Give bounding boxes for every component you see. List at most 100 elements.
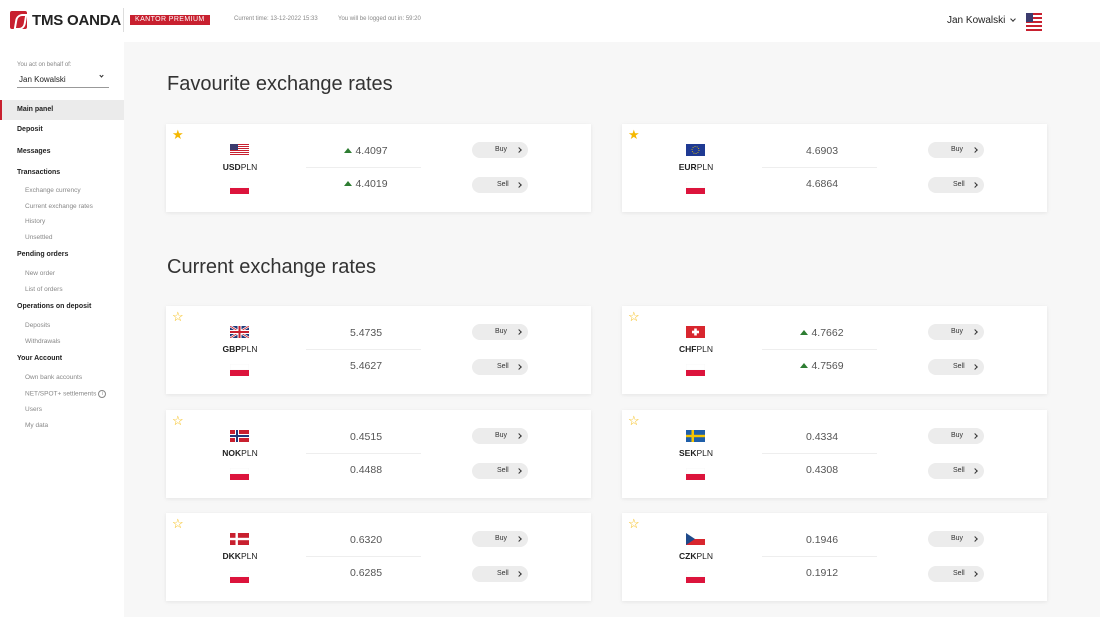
sidebar-item-withdrawals[interactable]: Withdrawals — [0, 338, 124, 345]
buy-button[interactable]: Buy — [928, 324, 984, 340]
buy-rate-value: 5.4735 — [349, 327, 383, 339]
buy-rate-value: 4.6903 — [805, 145, 839, 157]
buy-button[interactable]: Buy — [928, 531, 984, 547]
quote-flag — [685, 181, 706, 199]
pl-flag-icon — [229, 570, 250, 583]
sell-button[interactable]: Sell — [472, 566, 528, 582]
sidebar-item-list-of-orders[interactable]: List of orders — [0, 286, 124, 293]
sidebar-item-transactions[interactable]: Transactions — [0, 169, 124, 176]
base-currency: GBP — [222, 344, 241, 354]
sidebar-item-label: Users — [25, 406, 42, 413]
sell-rate-value: 0.1912 — [805, 567, 839, 579]
quote-currency: PLN — [696, 344, 714, 354]
user-name: Jan Kowalski — [947, 15, 1006, 26]
sidebar-item-net-spot-settlements[interactable]: NET/SPOT+ settlements i — [0, 390, 124, 398]
sidebar-item-current-exchange-rates[interactable]: Current exchange rates — [0, 203, 124, 210]
buy-button[interactable]: Buy — [472, 142, 528, 158]
base-currency: CZK — [678, 551, 697, 561]
sidebar-item-label: Deposit — [17, 126, 43, 133]
sidebar-item-pending-orders[interactable]: Pending orders — [0, 251, 124, 258]
sidebar-item-messages[interactable]: Messages — [0, 148, 124, 155]
base-currency: NOK — [222, 448, 242, 458]
star-outline-icon[interactable]: ☆ — [172, 414, 184, 427]
buy-button[interactable]: Buy — [472, 428, 528, 444]
base-currency: DKK — [222, 551, 241, 561]
star-outline-icon[interactable]: ☆ — [172, 517, 184, 530]
sidebar-item-label: Messages — [17, 148, 51, 155]
rate-card-gbppln: ☆ GBPPLN 5.4735 5.4627 Buy Sell — [166, 306, 591, 394]
pl-flag-icon — [685, 570, 706, 583]
sidebar-item-label: Main panel — [17, 106, 54, 113]
star-outline-icon[interactable]: ☆ — [628, 310, 640, 323]
pl-flag-icon — [229, 467, 250, 480]
us-flag-icon — [230, 144, 249, 156]
sidebar-item-new-order[interactable]: New order — [0, 270, 124, 277]
chevron-down-icon — [99, 73, 104, 78]
sell-rate: 4.6864 — [762, 178, 882, 190]
sidebar-item-my-data[interactable]: My data — [0, 422, 124, 429]
buy-button[interactable]: Buy — [472, 531, 528, 547]
star-filled-icon[interactable]: ★ — [172, 128, 184, 141]
rate-card-dkkpln: ☆ DKKPLN 0.6320 0.6285 Buy Sell — [166, 513, 591, 601]
star-outline-icon[interactable]: ☆ — [172, 310, 184, 323]
buy-rate: 4.6903 — [762, 145, 882, 157]
sidebar-item-users[interactable]: Users — [0, 406, 124, 413]
sidebar-item-label: Own bank accounts — [25, 374, 83, 381]
sidebar-item-deposits[interactable]: Deposits — [0, 322, 124, 329]
buy-rate: 0.4515 — [306, 431, 426, 443]
base-flag — [229, 324, 250, 343]
rate-divider — [306, 556, 421, 557]
star-filled-icon[interactable]: ★ — [628, 128, 640, 141]
sell-button[interactable]: Sell — [472, 177, 528, 193]
gb-flag-icon — [229, 324, 250, 340]
buy-button[interactable]: Buy — [472, 324, 528, 340]
info-icon[interactable]: i — [98, 390, 107, 398]
sidebar-item-deposit[interactable]: Deposit — [0, 126, 124, 133]
base-flag — [686, 429, 705, 447]
base-flag — [230, 143, 249, 161]
sidebar-item-operations-on-deposit[interactable]: Operations on deposit — [0, 303, 124, 310]
sidebar-item-history[interactable]: History — [0, 218, 124, 225]
quote-currency: PLN — [240, 551, 258, 561]
currency-pair: USDPLN — [206, 162, 274, 172]
sidebar-item-label: Current exchange rates — [25, 203, 93, 210]
user-menu[interactable]: Jan Kowalski — [947, 15, 1017, 26]
sell-rate: 0.6285 — [306, 567, 426, 579]
behalf-select[interactable]: Jan Kowalski — [17, 72, 109, 88]
sell-button[interactable]: Sell — [472, 463, 528, 479]
sidebar-item-label: History — [25, 218, 46, 225]
star-outline-icon[interactable]: ☆ — [628, 517, 640, 530]
currency-pair: EURPLN — [662, 162, 730, 172]
sell-button[interactable]: Sell — [928, 359, 984, 375]
logo-divider — [123, 8, 124, 32]
sell-button[interactable]: Sell — [472, 359, 528, 375]
sell-rate: 5.4627 — [306, 360, 426, 372]
arrow-up-icon — [344, 180, 353, 186]
arrow-up-icon — [800, 329, 809, 335]
sidebar-item-main-panel[interactable]: Main panel — [0, 100, 124, 120]
sidebar-item-unsettled[interactable]: Unsettled — [0, 234, 124, 241]
sidebar-item-exchange-currency[interactable]: Exchange currency — [0, 187, 124, 194]
star-outline-icon[interactable]: ☆ — [628, 414, 640, 427]
sidebar-item-label: Withdrawals — [25, 338, 61, 345]
kantor-premium-badge: KANTOR PREMIUM — [130, 15, 210, 25]
cz-flag-icon — [686, 533, 705, 545]
pl-flag-icon — [685, 181, 706, 194]
sidebar-item-label: Unsettled — [25, 234, 53, 241]
buy-button[interactable]: Buy — [928, 142, 984, 158]
sell-button[interactable]: Sell — [928, 463, 984, 479]
arrow-up-icon — [800, 362, 809, 368]
sidebar-item-label: List of orders — [25, 286, 63, 293]
current-time: Current time: 13-12-2022 15:33 — [234, 16, 318, 22]
language-switch[interactable] — [1026, 13, 1042, 36]
sidebar-item-your-account[interactable]: Your Account — [0, 355, 124, 362]
tms-logo-icon — [10, 11, 27, 29]
buy-button[interactable]: Buy — [928, 428, 984, 444]
sell-button[interactable]: Sell — [928, 177, 984, 193]
rate-card-usdpln: ★ USDPLN 4.4097 4.4019 Buy Sell — [166, 124, 591, 212]
base-flag — [686, 325, 705, 343]
quote-flag — [685, 467, 706, 485]
logo[interactable]: TMS OANDA — [10, 11, 121, 29]
sell-button[interactable]: Sell — [928, 566, 984, 582]
sidebar-item-own-bank-accounts[interactable]: Own bank accounts — [0, 374, 124, 381]
